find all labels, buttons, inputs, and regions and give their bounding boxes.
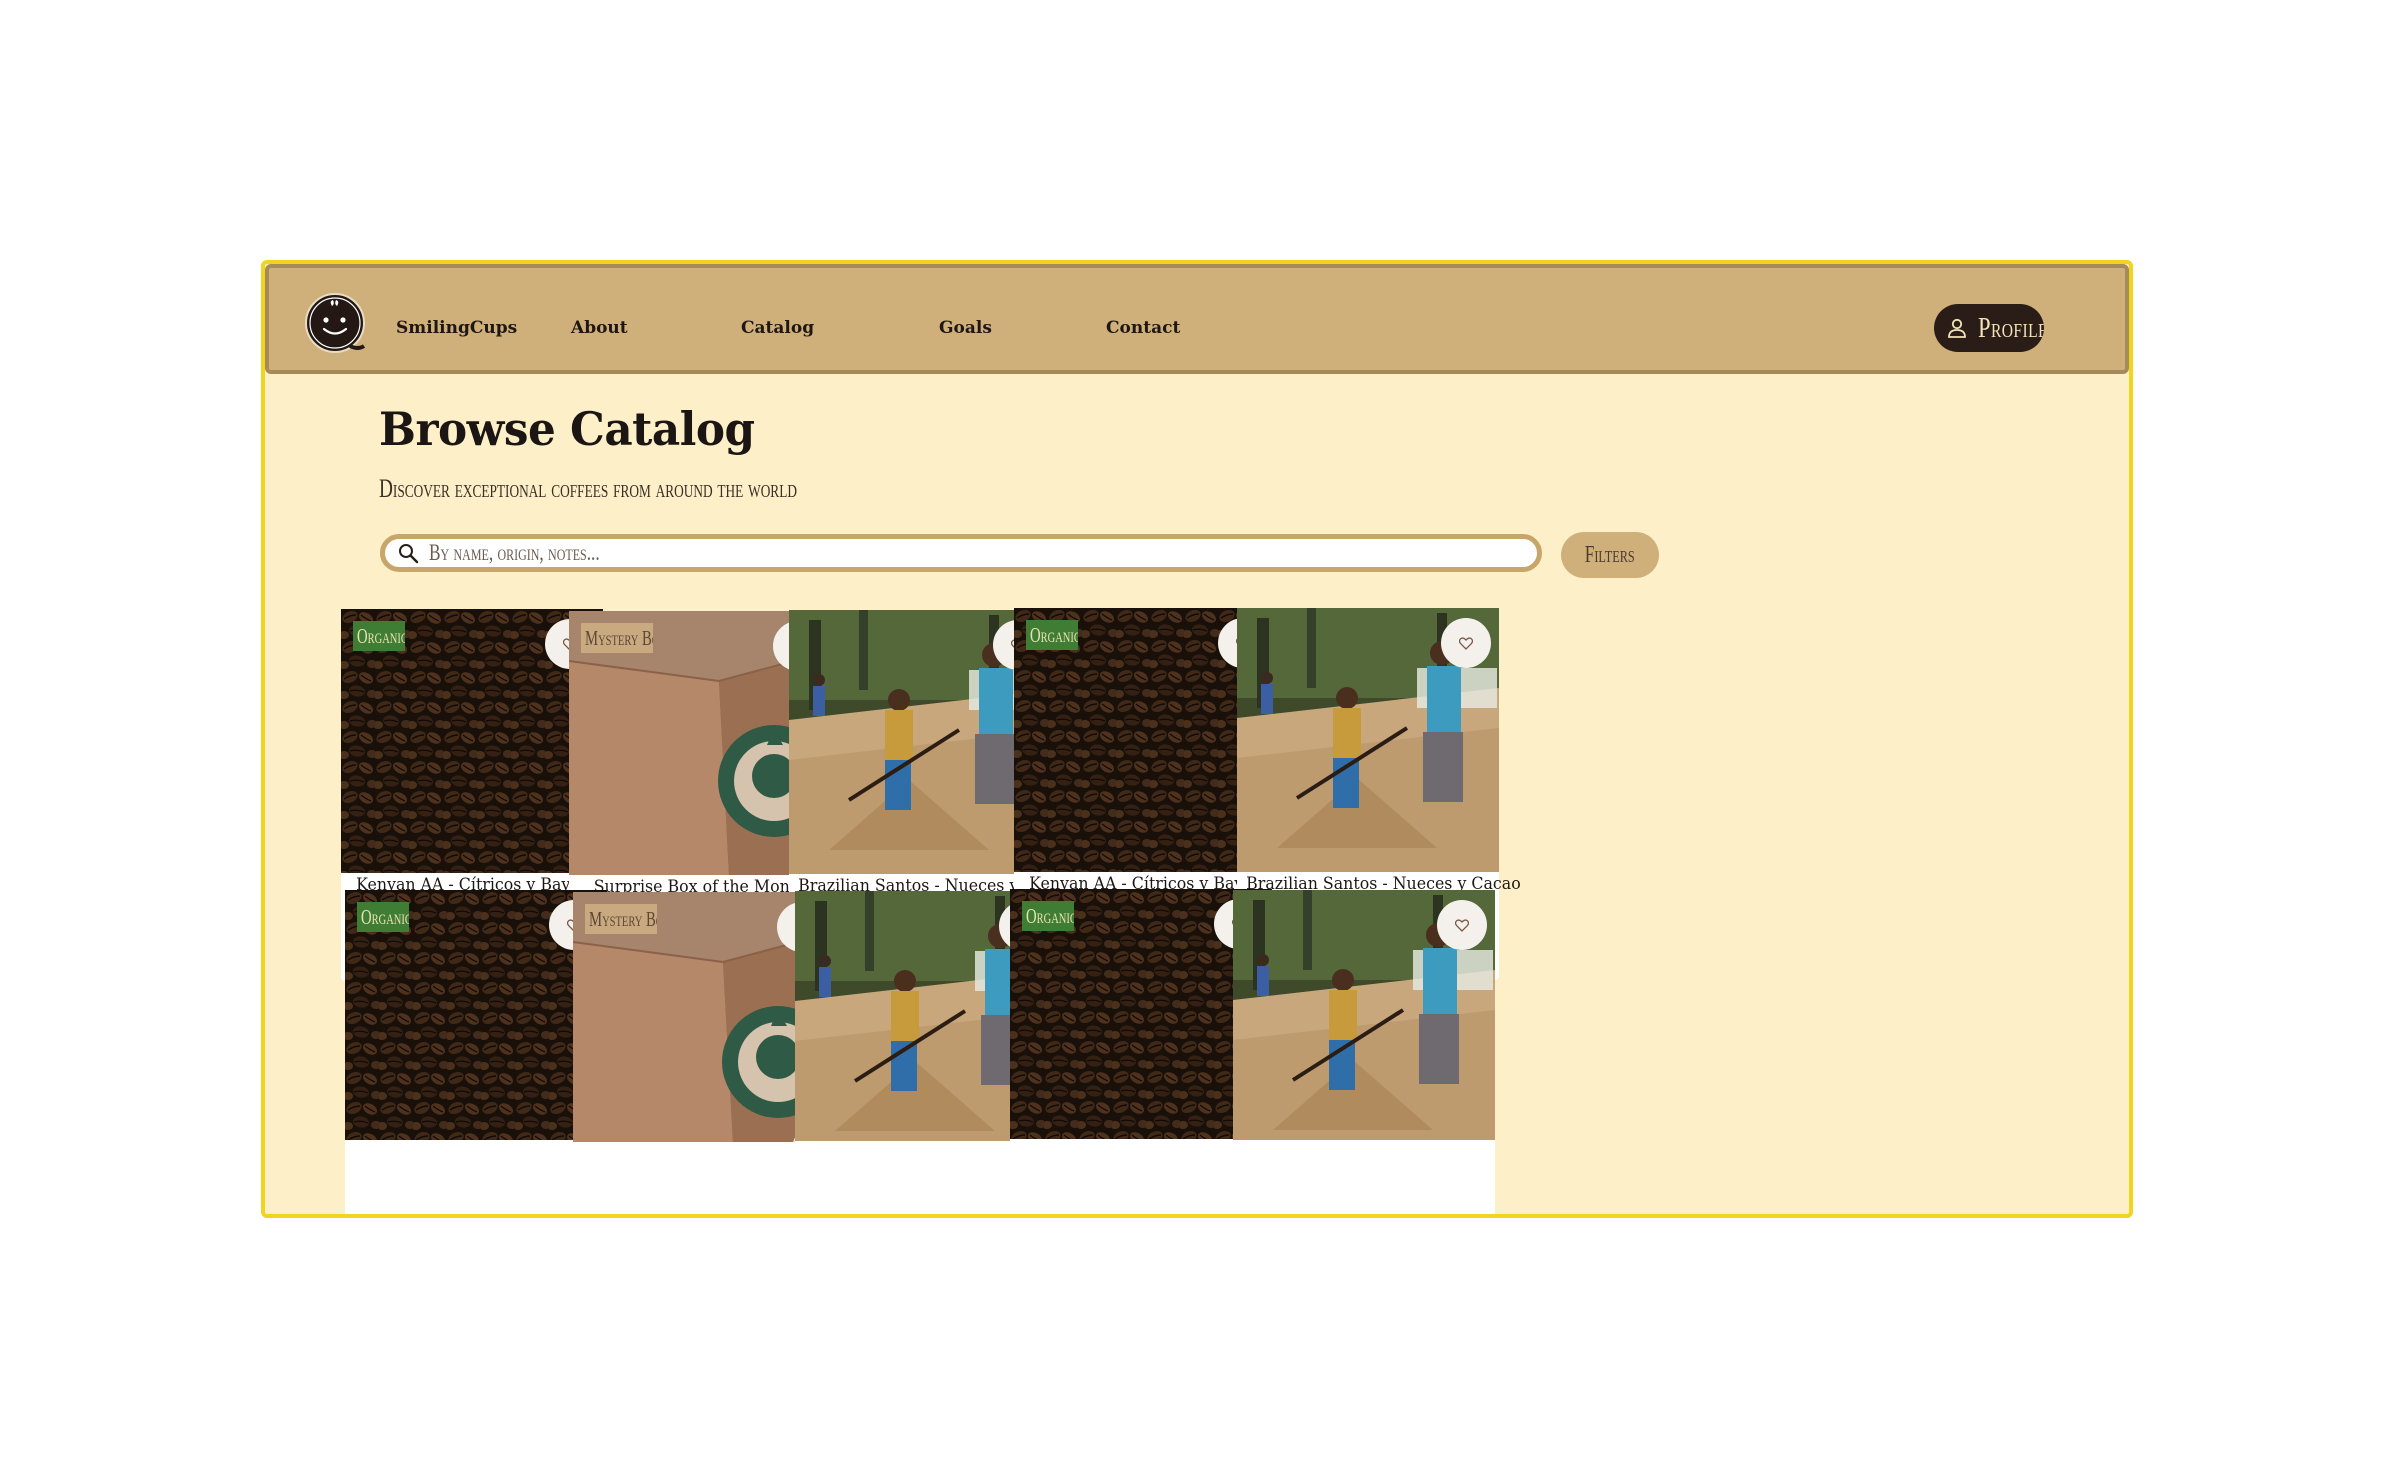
search-bar [380,534,1542,572]
search-input[interactable] [429,539,804,567]
product-badge: Organic [1022,901,1074,931]
product-badge: Organic [357,902,409,932]
favorite-button[interactable] [1441,618,1491,668]
badge-label: Mystery Box [585,625,653,650]
top-navbar: SmilingCups About Catalog Goals Contact … [265,264,2129,374]
product-badge: Mystery Box [585,904,657,934]
product-image[interactable] [1233,890,1495,1140]
heart-icon [1455,918,1469,932]
brand-name[interactable]: SmilingCups [396,318,517,338]
page-title: Browse Catalog [379,402,755,456]
heart-icon [1459,636,1473,650]
nav-link-catalog[interactable]: Catalog [741,318,814,338]
profile-label: Profile [1978,311,2044,344]
product-card[interactable]: Organic [345,890,607,1214]
badge-label: Mystery Box [589,906,657,931]
product-image[interactable] [1237,608,1499,872]
product-badge: Organic [1026,620,1078,650]
app-frame: SmilingCups About Catalog Goals Contact … [261,260,2133,1218]
badge-label: Organic [361,904,409,929]
user-icon [1948,318,1966,338]
product-image[interactable]: Organic [345,890,607,1140]
badge-label: Organic [1026,903,1074,928]
product-badge: Mystery Box [581,623,653,653]
product-image[interactable]: Organic [341,609,603,873]
profile-button[interactable]: Profile [1934,304,2044,352]
nav-link-goals[interactable]: Goals [939,318,992,338]
product-image[interactable] [789,610,1051,874]
badge-label: Organic [357,623,405,648]
favorite-button[interactable] [1437,900,1487,950]
smiling-cup-logo-icon[interactable] [302,292,370,354]
page-subtitle: Discover exceptional coffees from around… [379,474,797,503]
badge-label: Organic [1030,622,1078,647]
product-card[interactable] [1233,890,1495,1214]
product-badge: Organic [353,621,405,651]
nav-link-about[interactable]: About [571,318,628,338]
filters-label: Filters [1585,541,1635,568]
filters-button[interactable]: Filters [1561,532,1659,578]
nav-link-contact[interactable]: Contact [1106,318,1180,338]
search-icon [399,544,419,564]
